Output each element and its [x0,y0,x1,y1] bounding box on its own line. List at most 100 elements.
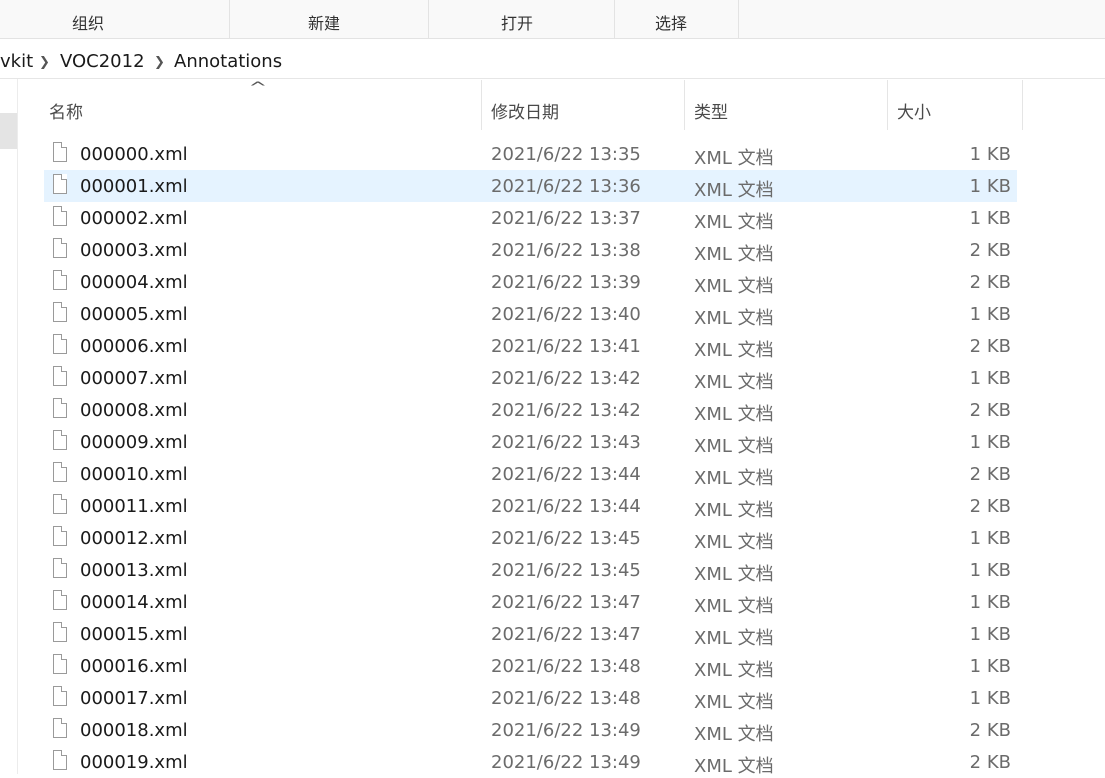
file-row[interactable]: 000018.xml 2021/6/22 13:49 XML 文档 2 KB [44,714,1017,746]
file-row[interactable]: 000011.xml 2021/6/22 13:44 XML 文档 2 KB [44,490,1017,522]
file-name: 000018.xml [80,720,188,741]
file-row[interactable]: 000001.xml 2021/6/22 13:36 XML 文档 1 KB [44,170,1017,202]
file-modified-date: 2021/6/22 13:42 [491,368,641,389]
file-row[interactable]: 000017.xml 2021/6/22 13:48 XML 文档 1 KB [44,682,1017,714]
file-row[interactable]: 000016.xml 2021/6/22 13:48 XML 文档 1 KB [44,650,1017,682]
file-icon [53,622,67,642]
file-icon [53,526,67,546]
file-icon [53,462,67,482]
file-name: 000000.xml [80,144,188,165]
file-icon [53,366,67,386]
file-row[interactable]: 000007.xml 2021/6/22 13:42 XML 文档 1 KB [44,362,1017,394]
file-type: XML 文档 [694,692,774,713]
file-size: 1 KB [969,624,1011,645]
breadcrumb: vkit ❯ VOC2012 ❯ Annotations [0,42,1105,79]
chevron-right-icon[interactable]: ❯ [154,55,165,70]
file-row[interactable]: 000015.xml 2021/6/22 13:47 XML 文档 1 KB [44,618,1017,650]
file-type: XML 文档 [694,628,774,649]
ribbon-group-organize[interactable]: 组织 [0,0,230,38]
breadcrumb-item-vkit[interactable]: vkit [0,51,33,72]
file-name: 000013.xml [80,560,188,581]
ribbon-group-new[interactable]: 新建 [230,0,429,38]
file-row[interactable]: 000009.xml 2021/6/22 13:43 XML 文档 1 KB [44,426,1017,458]
file-row[interactable]: 000013.xml 2021/6/22 13:45 XML 文档 1 KB [44,554,1017,586]
file-modified-date: 2021/6/22 13:47 [491,624,641,645]
file-row[interactable]: 000003.xml 2021/6/22 13:38 XML 文档 2 KB [44,234,1017,266]
file-row[interactable]: 000006.xml 2021/6/22 13:41 XML 文档 2 KB [44,330,1017,362]
file-icon [53,558,67,578]
file-modified-date: 2021/6/22 13:44 [491,464,641,485]
file-row[interactable]: 000012.xml 2021/6/22 13:45 XML 文档 1 KB [44,522,1017,554]
column-header-row: ^ 名称 修改日期 类型 大小 [0,80,1105,138]
file-modified-date: 2021/6/22 13:36 [491,176,641,197]
file-modified-date: 2021/6/22 13:49 [491,720,641,741]
ribbon-group-select[interactable]: 选择 [615,0,739,38]
file-row[interactable]: 000005.xml 2021/6/22 13:40 XML 文档 1 KB [44,298,1017,330]
file-size: 1 KB [969,688,1011,709]
file-name: 000009.xml [80,432,188,453]
file-type: XML 文档 [694,404,774,425]
file-modified-date: 2021/6/22 13:37 [491,208,641,229]
file-type: XML 文档 [694,148,774,169]
file-icon [53,334,67,354]
file-row[interactable]: 000000.xml 2021/6/22 13:35 XML 文档 1 KB [44,138,1017,170]
ribbon-open-label: 打开 [501,14,534,33]
file-name: 000014.xml [80,592,188,613]
file-modified-date: 2021/6/22 13:45 [491,560,641,581]
file-icon [53,142,67,162]
file-name: 000008.xml [80,400,188,421]
column-header-modified[interactable]: 修改日期 [482,80,685,130]
file-icon [53,494,67,514]
file-modified-date: 2021/6/22 13:38 [491,240,641,261]
file-type: XML 文档 [694,468,774,489]
file-type: XML 文档 [694,596,774,617]
ribbon-group-open[interactable]: 打开 [429,0,615,38]
file-size: 1 KB [969,144,1011,165]
file-type: XML 文档 [694,276,774,297]
file-icon [53,718,67,738]
file-icon [53,302,67,322]
file-size: 2 KB [969,272,1011,293]
file-size: 1 KB [969,208,1011,229]
file-type: XML 文档 [694,436,774,457]
file-modified-date: 2021/6/22 13:42 [491,400,641,421]
file-modified-date: 2021/6/22 13:43 [491,432,641,453]
file-name: 000016.xml [80,656,188,677]
column-header-size-label: 大小 [897,103,931,123]
file-name: 000003.xml [80,240,188,261]
breadcrumb-item-annotations[interactable]: Annotations [174,51,282,72]
file-modified-date: 2021/6/22 13:44 [491,496,641,517]
file-size: 2 KB [969,464,1011,485]
ribbon-new-label: 新建 [308,14,341,33]
column-header-size[interactable]: 大小 [888,80,1023,130]
file-type: XML 文档 [694,500,774,521]
column-header-name[interactable]: 名称 [44,80,482,130]
file-size: 1 KB [969,560,1011,581]
file-name: 000005.xml [80,304,188,325]
file-row[interactable]: 000019.xml 2021/6/22 13:49 XML 文档 2 KB [44,746,1017,778]
file-type: XML 文档 [694,212,774,233]
file-type: XML 文档 [694,660,774,681]
file-modified-date: 2021/6/22 13:35 [491,144,641,165]
file-row[interactable]: 000008.xml 2021/6/22 13:42 XML 文档 2 KB [44,394,1017,426]
column-header-type[interactable]: 类型 [685,80,888,130]
file-name: 000004.xml [80,272,188,293]
file-row[interactable]: 000014.xml 2021/6/22 13:47 XML 文档 1 KB [44,586,1017,618]
file-row[interactable]: 000004.xml 2021/6/22 13:39 XML 文档 2 KB [44,266,1017,298]
file-size: 1 KB [969,592,1011,613]
file-modified-date: 2021/6/22 13:45 [491,528,641,549]
navigation-pane-edge [0,79,18,774]
file-icon [53,270,67,290]
ribbon-select-label: 选择 [655,14,688,33]
ribbon: 组织 新建 打开 选择 [0,0,1105,39]
file-modified-date: 2021/6/22 13:40 [491,304,641,325]
chevron-right-icon[interactable]: ❯ [39,55,50,70]
file-row[interactable]: 000002.xml 2021/6/22 13:37 XML 文档 1 KB [44,202,1017,234]
file-row[interactable]: 000010.xml 2021/6/22 13:44 XML 文档 2 KB [44,458,1017,490]
file-icon [53,238,67,258]
file-modified-date: 2021/6/22 13:48 [491,656,641,677]
breadcrumb-item-voc2012[interactable]: VOC2012 [60,51,145,72]
file-size: 1 KB [969,304,1011,325]
file-size: 1 KB [969,368,1011,389]
file-name: 000011.xml [80,496,188,517]
